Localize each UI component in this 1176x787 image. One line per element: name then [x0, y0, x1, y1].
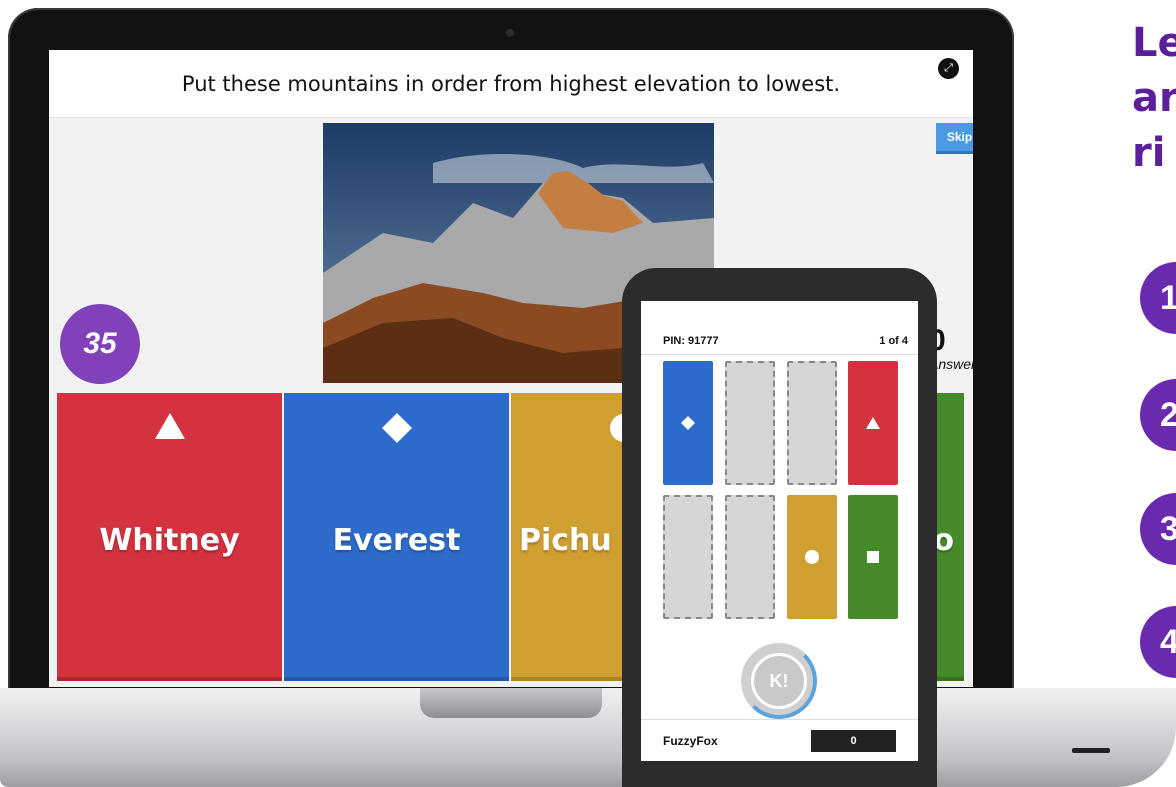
diamond-icon [284, 413, 509, 443]
empty-slot[interactable] [725, 495, 775, 619]
promo-heading: Le ar ri [1132, 12, 1176, 181]
promo-line: ar [1132, 75, 1176, 121]
pin-row: PIN: 91777 1 of 4 [641, 327, 918, 355]
promo-line: Le [1132, 20, 1176, 66]
player-bar: FuzzyFox 0 [641, 719, 918, 761]
answer-tile-red[interactable]: Whitney [57, 393, 282, 681]
diamond-icon [663, 416, 713, 430]
answer-slot-yellow[interactable] [787, 495, 837, 619]
triangle-icon [57, 413, 282, 439]
answer-slot-red[interactable] [848, 361, 898, 485]
phone-device: PIN: 91777 1 of 4 K! FuzzyFox 0 [622, 268, 937, 787]
phone-bottom-bezel [641, 761, 918, 787]
question-text: Put these mountains in order from highes… [181, 71, 841, 96]
answer-tile-blue[interactable]: Everest [284, 393, 509, 681]
submit-button[interactable]: K! [741, 643, 817, 719]
player-name: FuzzyFox [663, 733, 718, 748]
step-number: 3 [1140, 493, 1176, 565]
phone-top-bezel [641, 287, 918, 301]
answer-slot-blue[interactable] [663, 361, 713, 485]
answer-label: Everest [332, 523, 461, 558]
empty-slot[interactable] [663, 495, 713, 619]
fullscreen-icon[interactable]: ⤢ [938, 58, 959, 79]
countdown-timer: 35 [60, 304, 140, 384]
answer-slot-green[interactable] [848, 495, 898, 619]
triangle-icon [848, 417, 898, 429]
empty-slot[interactable] [787, 361, 837, 485]
promo-line: ri [1132, 130, 1166, 176]
question-progress: 1 of 4 [879, 334, 908, 347]
step-number: 4 [1140, 606, 1176, 678]
game-pin: PIN: 91777 [663, 334, 719, 347]
square-icon [848, 551, 898, 563]
phone-screen: PIN: 91777 1 of 4 K! FuzzyFox 0 [641, 287, 918, 787]
laptop-hinge [420, 688, 602, 718]
k-logo-label: K! [751, 653, 807, 709]
question-bar: Put these mountains in order from highes… [49, 50, 973, 118]
circle-icon [787, 550, 837, 564]
answer-label: Whitney [99, 523, 240, 558]
step-number: 2 [1140, 379, 1176, 451]
empty-slot[interactable] [725, 361, 775, 485]
camera-icon [506, 29, 514, 37]
step-number: 1 [1140, 262, 1176, 334]
skip-button[interactable]: Skip [936, 123, 973, 154]
laptop-indicator [1072, 748, 1110, 753]
player-score: 0 [811, 729, 896, 752]
